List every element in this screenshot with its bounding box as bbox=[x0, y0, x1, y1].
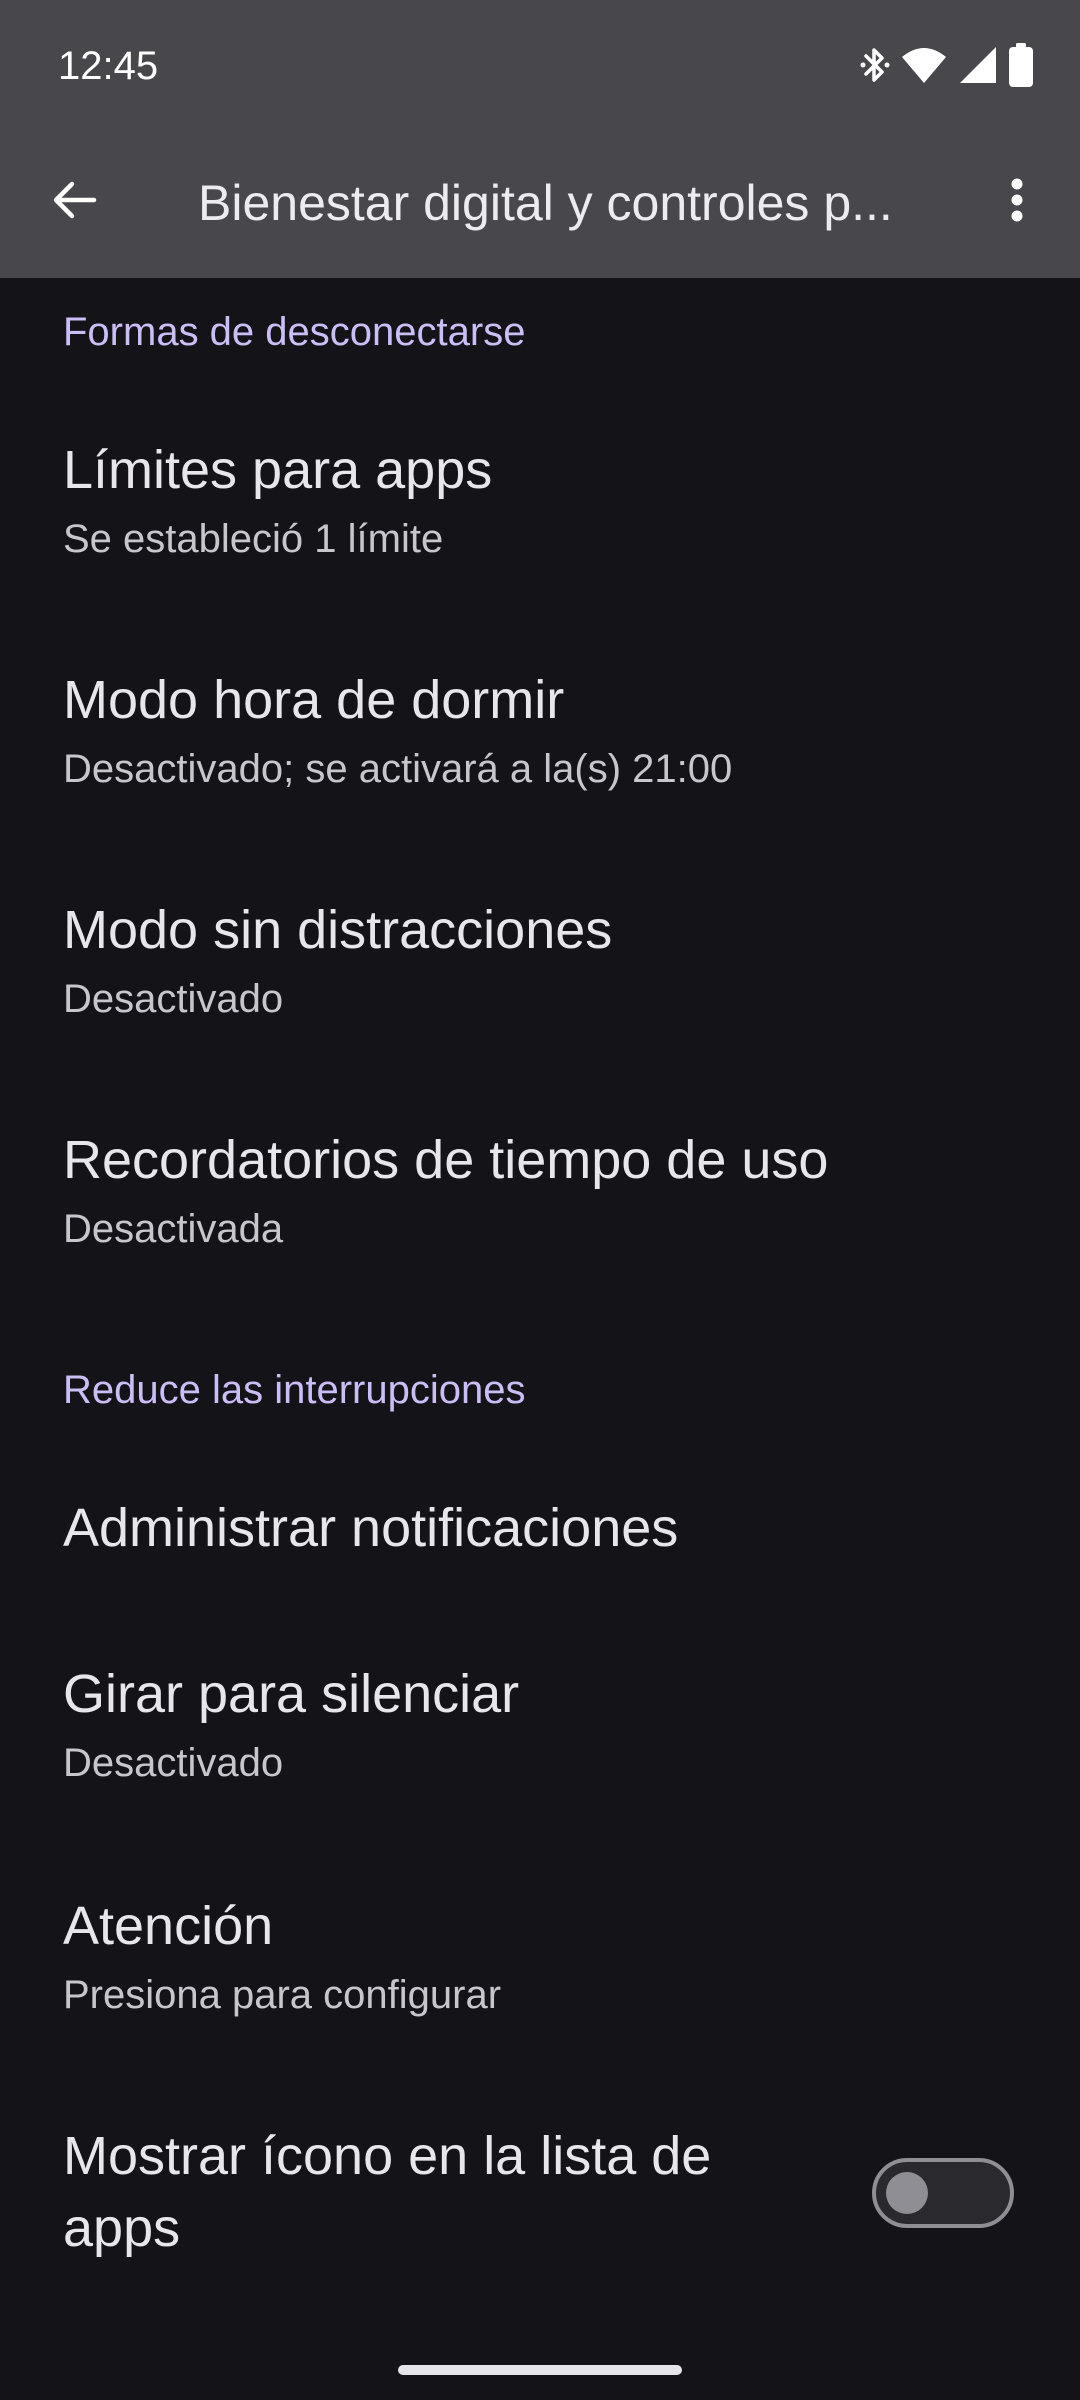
item-title: Límites para apps bbox=[63, 440, 493, 500]
section-header-interruptions: Reduce las interrupciones bbox=[63, 1368, 526, 1412]
list-item-attention[interactable]: Atención Presiona para configurar bbox=[0, 1864, 1080, 2056]
section-header-disconnect: Formas de desconectarse bbox=[63, 310, 526, 354]
list-item-manage-notifications[interactable]: Administrar notificaciones bbox=[0, 1456, 1080, 1606]
list-item-app-limits[interactable]: Límites para apps Se estableció 1 límite bbox=[0, 408, 1080, 600]
list-item-bedtime-mode[interactable]: Modo hora de dormir Desactivado; se acti… bbox=[0, 638, 1080, 830]
list-item-focus-mode[interactable]: Modo sin distracciones Desactivado bbox=[0, 868, 1080, 1060]
status-time: 12:45 bbox=[58, 44, 159, 88]
item-title: Modo hora de dormir bbox=[63, 670, 565, 730]
item-title: Administrar notificaciones bbox=[63, 1498, 679, 1558]
page-title: Bienestar digital y controles p... bbox=[198, 175, 893, 231]
back-button[interactable] bbox=[36, 164, 112, 240]
item-subtitle: Se estableció 1 límite bbox=[63, 517, 444, 561]
battery-icon bbox=[1008, 43, 1034, 87]
status-icons bbox=[860, 40, 1034, 90]
list-item-screen-time-reminders[interactable]: Recordatorios de tiempo de uso Desactiva… bbox=[0, 1098, 1080, 1290]
item-title: Recordatorios de tiempo de uso bbox=[63, 1130, 829, 1190]
toggle-knob bbox=[886, 2172, 928, 2214]
item-subtitle: Desactivado bbox=[63, 977, 284, 1021]
wifi-icon bbox=[900, 45, 948, 85]
show-app-icon-toggle[interactable] bbox=[872, 2158, 1014, 2228]
arrow-back-icon bbox=[50, 176, 98, 229]
signal-icon bbox=[958, 45, 998, 85]
item-subtitle: Desactivado; se activará a la(s) 21:00 bbox=[63, 747, 733, 791]
screen: 12:45 Bienestar digital y controles p...… bbox=[0, 0, 1080, 2400]
item-title: Atención bbox=[63, 1896, 274, 1956]
item-title: Girar para silenciar bbox=[63, 1664, 520, 1724]
bluetooth-icon bbox=[860, 45, 890, 85]
item-subtitle: Desactivada bbox=[63, 1207, 284, 1251]
list-item-flip-to-shhh[interactable]: Girar para silenciar Desactivado bbox=[0, 1632, 1080, 1824]
item-title: Modo sin distracciones bbox=[63, 900, 613, 960]
item-title-line1: Mostrar ícono en la lista de bbox=[63, 2126, 712, 2186]
item-subtitle: Desactivado bbox=[63, 1741, 284, 1785]
more-options-button[interactable] bbox=[982, 164, 1052, 240]
item-subtitle: Presiona para configurar bbox=[63, 1973, 502, 2017]
app-bar: 12:45 Bienestar digital y controles p... bbox=[0, 0, 1080, 278]
item-title-line2: apps bbox=[63, 2198, 181, 2258]
home-indicator[interactable] bbox=[398, 2365, 682, 2375]
more-vert-icon bbox=[1011, 178, 1023, 227]
